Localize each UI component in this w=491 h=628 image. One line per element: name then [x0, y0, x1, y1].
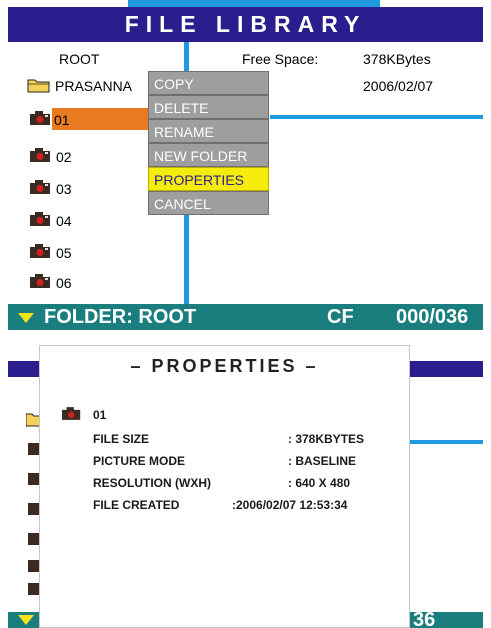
menu-cancel[interactable]: CANCEL — [148, 191, 269, 215]
status-bar: FOLDER: ROOT CF 000/036 — [8, 304, 483, 330]
camera-icon — [30, 180, 52, 194]
menu-new-folder[interactable]: NEW FOLDER — [148, 143, 269, 167]
file-library-title: FILE LIBRARY — [8, 7, 483, 42]
prop-label-resolution: RESOLUTION (WXH) — [93, 476, 211, 490]
prop-value-file-size: : 378KBYTES — [288, 432, 365, 446]
status-count-partial: 36 — [413, 612, 436, 628]
prop-value-resolution: : 640 X 480 — [288, 476, 351, 490]
folder-date: 2006/02/07 — [363, 78, 434, 94]
context-menu: COPY DELETE RENAME NEW FOLDER PROPERTIES… — [148, 71, 269, 215]
prop-label-file-size: FILE SIZE — [93, 432, 150, 446]
camera-icon — [62, 407, 82, 425]
menu-delete[interactable]: DELETE — [148, 95, 269, 119]
title-tab-accent — [128, 0, 380, 7]
camera-icon — [30, 212, 52, 226]
file-item-06[interactable]: 06 — [56, 275, 72, 291]
triangle-down-icon — [18, 615, 34, 625]
camera-icon — [30, 274, 52, 288]
prop-label-file-created: FILE CREATED — [93, 498, 180, 512]
file-item-01[interactable]: 01 — [54, 112, 70, 128]
menu-rename[interactable]: RENAME — [148, 119, 269, 143]
folder-item-prasanna[interactable]: PRASANNA — [55, 78, 132, 94]
file-item-05[interactable]: 05 — [56, 245, 72, 261]
folder-icon — [27, 77, 51, 93]
triangle-down-icon — [18, 313, 34, 323]
free-space-value: 378KBytes — [363, 51, 431, 67]
free-space-label: Free Space: — [242, 51, 319, 67]
status-count: 000/036 — [396, 306, 469, 328]
camera-icon — [30, 244, 52, 258]
file-item-04[interactable]: 04 — [56, 213, 72, 229]
camera-icon — [30, 148, 52, 162]
properties-dialog: – PROPERTIES – 01 FILE SIZE : 378KBYTES … — [39, 345, 410, 628]
properties-file-name: 01 — [93, 408, 107, 422]
status-folder: FOLDER: ROOT — [44, 306, 197, 328]
prop-label-picture-mode: PICTURE MODE — [93, 454, 186, 468]
root-label: ROOT — [59, 51, 100, 67]
dialog-title: – PROPERTIES – — [130, 356, 319, 376]
prop-value-file-created: :2006/02/07 12:53:34 — [232, 498, 348, 512]
camera-icon — [30, 111, 52, 125]
prop-value-picture-mode: : BASELINE — [288, 454, 357, 468]
menu-properties[interactable]: PROPERTIES — [148, 167, 269, 191]
file-library-panel: ROOT Free Space: 378KBytes PRASANNA 2006… — [8, 42, 483, 304]
menu-copy[interactable]: COPY — [148, 71, 269, 95]
file-item-03[interactable]: 03 — [56, 181, 72, 197]
status-media: CF — [327, 306, 354, 328]
detail-divider — [270, 115, 483, 119]
file-item-02[interactable]: 02 — [56, 149, 72, 165]
detail-divider — [408, 440, 483, 444]
